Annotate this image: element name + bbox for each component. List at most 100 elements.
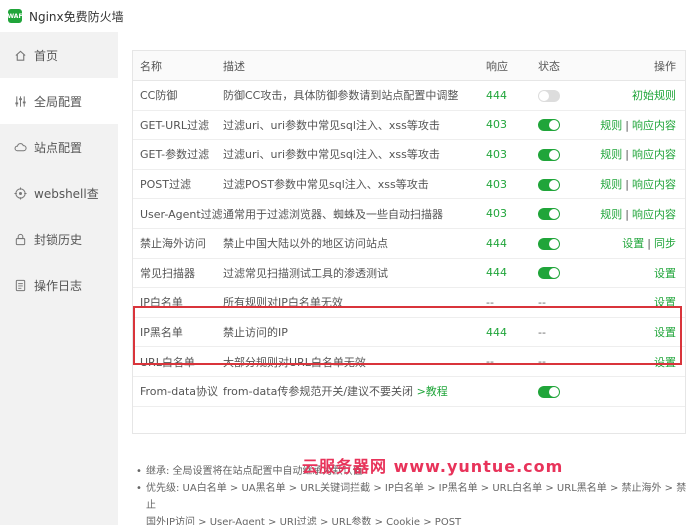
row-name: GET-URL过滤 xyxy=(140,118,209,132)
note-inherit: 继承: 全局设置将在站点配置中自动继承为默认值 xyxy=(136,463,696,480)
sidebar-item-label: 站点配置 xyxy=(34,140,83,155)
table-row: URL白名单 大部分规则对URL白名单无效 -- -- 设置 xyxy=(133,347,685,377)
row-desc: from-data传参规范开关/建议不要关闭 xyxy=(223,385,414,399)
sync-link[interactable]: 同步 xyxy=(654,237,676,250)
table-row: From-data协议 from-data传参规范开关/建议不要关闭 >教程 xyxy=(133,377,685,407)
table-row: 禁止海外访问 禁止中国大陆以外的地区访问站点 444 设置 | 同步 xyxy=(133,229,685,259)
row-desc: 过滤uri、uri参数中常见sql注入、xss等攻击 xyxy=(223,148,440,162)
rules-link[interactable]: 规则 xyxy=(600,178,622,191)
note-priority-cont: 国外IP访问 > User-Agent > URI过滤 > URL参数 > Co… xyxy=(146,517,462,525)
lock-icon xyxy=(14,233,27,246)
header-name: 名称 xyxy=(140,59,162,73)
rules-table: 名称 描述 响应 状态 操作 CC防御 防御CC攻击，具体防御参数请到站点配置中… xyxy=(132,50,686,434)
row-resp: -- xyxy=(486,295,494,309)
rules-link[interactable]: 规则 xyxy=(600,148,622,161)
rules-link[interactable]: 规则 xyxy=(600,208,622,221)
note-priority: 优先级: UA白名单 > UA黑名单 > URL关键词拦截 > IP白名单 > … xyxy=(136,480,696,514)
row-name: POST过滤 xyxy=(140,178,191,192)
sidebar-item-block-history[interactable]: 封锁历史 xyxy=(0,216,118,262)
init-rules-link[interactable]: 初始规则 xyxy=(632,89,676,102)
status-toggle[interactable] xyxy=(538,267,560,280)
settings-link[interactable]: 设置 xyxy=(654,267,676,280)
row-resp: 403 xyxy=(486,207,507,221)
table-row: POST过滤 过滤POST参数中常见sql注入、xss等攻击 403 规则 | 响应… xyxy=(133,170,685,200)
sidebar-item-webshell[interactable]: webshell查 xyxy=(0,170,118,216)
settings-link[interactable]: 设置 xyxy=(654,326,676,339)
row-resp: -- xyxy=(486,355,494,369)
row-state: -- xyxy=(538,355,546,369)
sidebar-item-label: 首页 xyxy=(34,48,59,63)
sidebar-item-site-config[interactable]: 站点配置 xyxy=(0,124,118,170)
notes: 继承: 全局设置将在站点配置中自动继承为默认值 优先级: UA白名单 > UA黑… xyxy=(136,463,696,525)
header-op: 操作 xyxy=(654,59,676,73)
row-resp: 444 xyxy=(486,236,507,250)
sidebar-item-label: webshell查 xyxy=(34,186,99,201)
sidebar-item-label: 全局配置 xyxy=(34,94,83,109)
sidebar-item-label: 封锁历史 xyxy=(34,232,83,247)
sidebar-item-global-config[interactable]: 全局配置 xyxy=(0,78,118,124)
row-resp: 444 xyxy=(486,325,507,339)
target-icon xyxy=(14,186,27,200)
row-resp: 444 xyxy=(486,88,507,102)
title-bar: WAF Nginx免费防火墙 xyxy=(0,0,700,32)
row-name: GET-参数过滤 xyxy=(140,148,210,162)
row-name: 禁止海外访问 xyxy=(140,237,206,251)
status-toggle[interactable] xyxy=(538,119,560,132)
row-name: From-data协议 xyxy=(140,385,218,399)
row-desc: 防御CC攻击，具体防御参数请到站点配置中调整 xyxy=(223,89,459,103)
row-desc: 过滤uri、uri参数中常见sql注入、xss等攻击 xyxy=(223,118,440,132)
settings-link[interactable]: 设置 xyxy=(654,296,676,309)
row-resp: 444 xyxy=(486,266,507,280)
table-row: GET-参数过滤 过滤uri、uri参数中常见sql注入、xss等攻击 403 … xyxy=(133,140,685,170)
cloud-icon xyxy=(14,141,27,154)
table-header: 名称 描述 响应 状态 操作 xyxy=(133,51,685,81)
status-toggle[interactable] xyxy=(538,385,560,398)
table-row: User-Agent过滤 通常用于过滤浏览器、蜘蛛及一些自动扫描器 403 规则… xyxy=(133,199,685,229)
status-toggle[interactable] xyxy=(538,89,560,102)
row-name: IP黑名单 xyxy=(140,326,183,340)
row-desc: 通常用于过滤浏览器、蜘蛛及一些自动扫描器 xyxy=(223,207,443,221)
main-content: 名称 描述 响应 状态 操作 CC防御 防御CC攻击，具体防御参数请到站点配置中… xyxy=(118,32,700,525)
row-resp: 403 xyxy=(486,118,507,132)
row-desc: 所有规则对IP白名单无效 xyxy=(223,296,343,310)
row-name: 常见扫描器 xyxy=(140,266,195,280)
table-row: CC防御 防御CC攻击，具体防御参数请到站点配置中调整 444 初始规则 xyxy=(133,81,685,111)
response-content-link[interactable]: 响应内容 xyxy=(632,178,676,191)
row-state: -- xyxy=(538,295,546,309)
sidebar-item-home[interactable]: 首页 xyxy=(0,32,118,78)
row-desc: 过滤常见扫描测试工具的渗透测试 xyxy=(223,266,388,280)
sliders-icon xyxy=(14,95,27,108)
table-row: GET-URL过滤 过滤uri、uri参数中常见sql注入、xss等攻击 403… xyxy=(133,111,685,141)
sidebar-item-label: 操作日志 xyxy=(34,278,83,293)
tutorial-link[interactable]: >教程 xyxy=(417,385,448,398)
row-name: IP白名单 xyxy=(140,296,183,310)
status-toggle[interactable] xyxy=(538,237,560,250)
row-desc: 禁止中国大陆以外的地区访问站点 xyxy=(223,237,388,251)
sidebar-item-operation-log[interactable]: 操作日志 xyxy=(0,262,118,308)
row-name: URL白名单 xyxy=(140,355,195,369)
rules-link[interactable]: 规则 xyxy=(600,119,622,132)
response-content-link[interactable]: 响应内容 xyxy=(632,208,676,221)
header-state: 状态 xyxy=(538,59,560,73)
status-toggle[interactable] xyxy=(538,208,560,221)
status-toggle[interactable] xyxy=(538,178,560,191)
app-logo: WAF xyxy=(7,9,23,23)
row-resp: 403 xyxy=(486,147,507,161)
row-desc: 禁止访问的IP xyxy=(223,326,288,340)
table-row: IP白名单 所有规则对IP白名单无效 -- -- 设置 xyxy=(133,288,685,318)
row-desc: 过滤POST参数中常见sql注入、xss等攻击 xyxy=(223,178,429,192)
settings-link[interactable]: 设置 xyxy=(654,356,676,369)
sidebar: 首页 全局配置 站点配置 webshell查 封锁历史 操作日志 xyxy=(0,32,118,525)
response-content-link[interactable]: 响应内容 xyxy=(632,119,676,132)
row-resp: 403 xyxy=(486,177,507,191)
status-toggle[interactable] xyxy=(538,148,560,161)
settings-link[interactable]: 设置 xyxy=(622,237,644,250)
table-row: IP黑名单 禁止访问的IP 444 -- 设置 xyxy=(133,318,685,348)
header-resp: 响应 xyxy=(486,59,508,73)
home-icon xyxy=(14,49,27,62)
row-desc: 大部分规则对URL白名单无效 xyxy=(223,355,366,369)
response-content-link[interactable]: 响应内容 xyxy=(632,148,676,161)
row-name: User-Agent过滤 xyxy=(140,207,223,221)
row-name: CC防御 xyxy=(140,89,178,103)
app-title: Nginx免费防火墙 xyxy=(29,9,124,24)
